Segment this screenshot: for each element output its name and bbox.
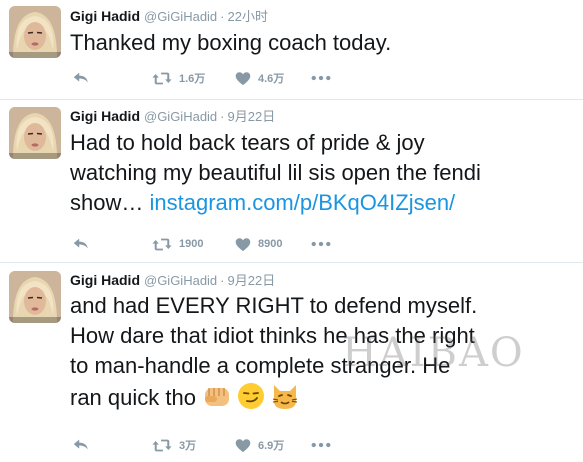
user-handle[interactable]: @GiGiHadid [144,9,217,24]
tweet: Gigi Hadid @GiGiHadid · 9月22日 Had to hold b… [0,100,583,263]
fist-emoji [205,388,230,406]
display-name[interactable]: Gigi Hadid [70,108,140,124]
cat-emoji [272,385,298,409]
tweet-actions: 1.6万 4.6万 [70,68,570,88]
tweet-header: Gigi Hadid @GiGiHadid · 9月22日 [70,108,275,125]
tweet-text: Had to hold back tears of pride & joy wa… [70,128,578,218]
tweet-actions: 1900 8900 [70,234,570,254]
retweet-count: 3万 [179,440,197,452]
retweet-button[interactable]: 1.6万 [152,68,205,88]
like-count: 8900 [258,238,283,250]
like-button[interactable]: 8900 [235,234,282,254]
like-button[interactable]: 6.9万 [235,435,284,455]
heart-icon [235,71,251,86]
retweet-count: 1.6万 [179,73,206,85]
more-button[interactable] [311,234,331,254]
timestamp[interactable]: 9月22日 [228,273,276,288]
heart-icon [235,237,251,252]
retweet-icon [152,237,172,252]
reply-button[interactable] [72,68,90,88]
timestamp[interactable]: 22小时 [228,9,268,24]
separator-dot: · [220,273,225,288]
tweet-header: Gigi Hadid @GiGiHadid · 9月22日 [70,272,275,289]
heart-icon [235,438,251,453]
retweet-icon [152,71,172,86]
like-button[interactable]: 4.6万 [235,68,284,88]
retweet-count: 1900 [179,238,204,250]
avatar[interactable] [9,6,61,58]
avatar[interactable] [9,271,61,323]
reply-icon [72,236,90,252]
more-icon [311,75,331,81]
smirk-emoji [238,383,265,409]
retweet-icon [152,438,172,453]
retweet-button[interactable]: 3万 [152,435,196,455]
separator-dot: · [220,9,225,24]
display-name[interactable]: Gigi Hadid [70,272,140,288]
like-count: 6.9万 [258,440,285,452]
more-icon [311,442,331,448]
more-icon [311,241,331,247]
reply-icon [72,437,90,453]
user-handle[interactable]: @GiGiHadid [144,109,217,124]
like-count: 4.6万 [258,73,285,85]
more-button[interactable] [311,68,331,88]
tweet-text: and had EVERY RIGHT to defend myself. Ho… [70,291,578,413]
display-name[interactable]: Gigi Hadid [70,8,140,24]
reply-icon [72,70,90,86]
tweet-actions: 3万 6.9万 [70,435,570,455]
more-button[interactable] [311,435,331,455]
tweet-text: Thanked my boxing coach today. [70,30,392,55]
reply-button[interactable] [72,234,90,254]
tweet: Gigi Hadid @GiGiHadid · 9月22日 and had EVERY… [0,263,583,462]
tweet: Gigi Hadid @GiGiHadid · 22小时 Thanked my box… [0,0,583,100]
avatar[interactable] [9,107,61,159]
retweet-button[interactable]: 1900 [152,234,203,254]
separator-dot: · [220,109,225,124]
reply-button[interactable] [72,435,90,455]
user-handle[interactable]: @GiGiHadid [144,273,217,288]
tweet-header: Gigi Hadid @GiGiHadid · 22小时 [70,8,268,25]
tweet-link[interactable]: instagram.com/p/BKqO4IZjsen/ [149,190,455,215]
timestamp[interactable]: 9月22日 [228,109,276,124]
